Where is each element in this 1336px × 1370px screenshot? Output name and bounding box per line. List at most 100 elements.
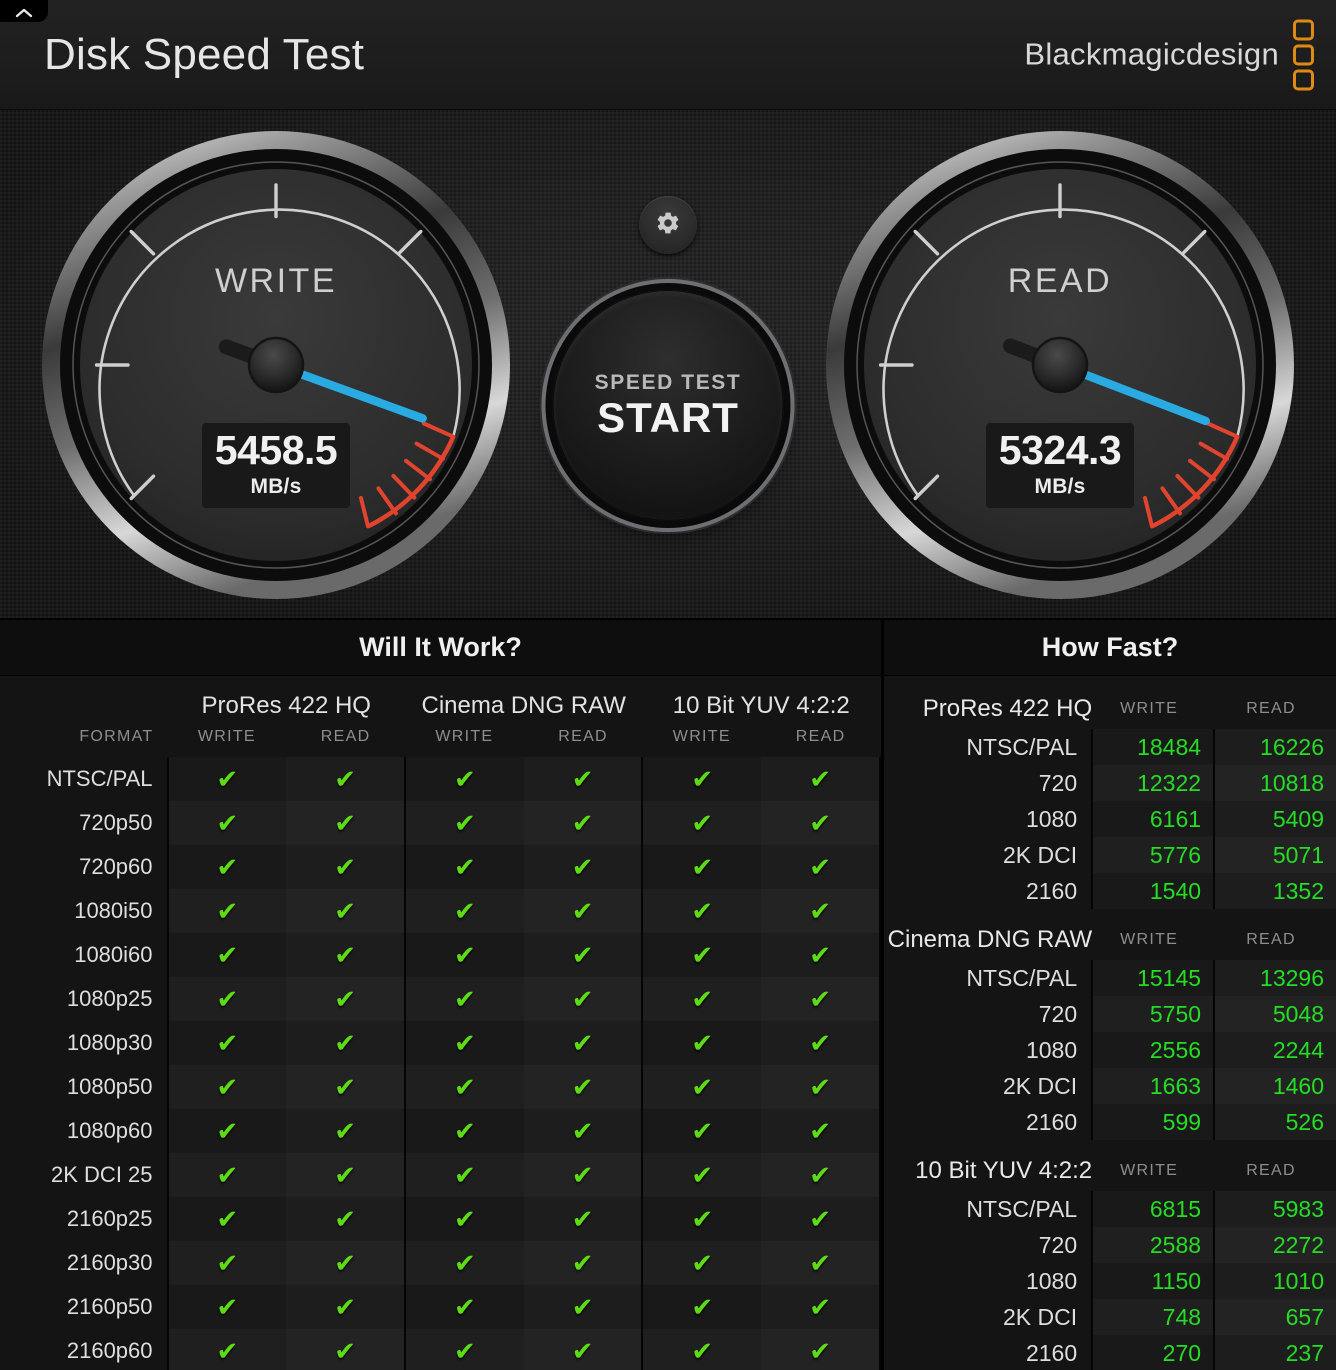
check-icon: ✔	[453, 1071, 476, 1102]
check-icon: ✔	[809, 763, 831, 794]
check-icon: ✔	[809, 807, 831, 838]
check-icon: ✔	[571, 1247, 594, 1278]
compat-cell: ✔	[761, 845, 881, 889]
compat-cell: ✔	[761, 977, 881, 1021]
collapse-button[interactable]	[0, 0, 48, 22]
settings-button[interactable]	[639, 196, 697, 254]
read-readout: 5324.3 MB/s	[986, 423, 1134, 508]
compat-cell: ✔	[403, 1153, 524, 1197]
check-icon: ✔	[691, 1203, 714, 1234]
write-speed-value: 2588	[1091, 1227, 1215, 1263]
check-icon: ✔	[334, 1247, 357, 1278]
compat-cell: ✔	[166, 1329, 287, 1370]
compat-cell: ✔	[286, 1329, 405, 1370]
check-icon: ✔	[216, 1203, 239, 1234]
how-fast-write-header: WRITE	[1120, 700, 1179, 717]
check-icon: ✔	[216, 1027, 239, 1058]
format-label: 720p60	[0, 845, 168, 889]
format-label: 1080	[884, 801, 1093, 837]
column-header-format: FORMAT	[79, 728, 154, 745]
table-row: 2K DCI 5776 5071	[884, 837, 1336, 873]
how-fast-read-header: READ	[1246, 931, 1296, 948]
compat-cell: ✔	[166, 801, 287, 845]
compat-cell: ✔	[166, 1153, 287, 1197]
check-icon: ✔	[809, 939, 831, 970]
compat-cell: ✔	[403, 801, 524, 845]
column-header-yuv-write: WRITE	[672, 728, 731, 745]
check-icon: ✔	[453, 895, 476, 926]
format-label: NTSC/PAL	[0, 757, 168, 801]
column-header-cinemadng-write: WRITE	[435, 728, 494, 745]
speed-test-start-button[interactable]: SPEED TEST START	[552, 290, 784, 521]
compat-cell: ✔	[286, 933, 405, 977]
table-row: NTSC/PAL 15145 13296	[884, 960, 1336, 996]
table-row: 2160p30 ✔ ✔ ✔ ✔ ✔ ✔	[0, 1241, 881, 1285]
table-row: NTSC/PAL 6815 5983	[884, 1191, 1336, 1227]
write-gauge: WRITE 5458.5 MB/s	[38, 127, 514, 603]
table-row: 2160 270 237	[884, 1335, 1336, 1370]
table-row: 2K DCI 1663 1460	[884, 1068, 1336, 1104]
table-row: 1080 6161 5409	[884, 801, 1336, 837]
check-icon: ✔	[691, 807, 714, 838]
table-row: 1080 2556 2244	[884, 1032, 1336, 1068]
check-icon: ✔	[216, 1071, 239, 1102]
gear-icon	[655, 210, 681, 241]
check-icon: ✔	[691, 895, 714, 926]
format-label: 1080	[884, 1032, 1093, 1068]
read-value: 5324.3	[998, 427, 1122, 473]
table-row: 2K DCI 25 ✔ ✔ ✔ ✔ ✔ ✔	[0, 1153, 881, 1197]
check-icon: ✔	[453, 763, 476, 794]
compat-cell: ✔	[641, 1329, 762, 1370]
check-icon: ✔	[691, 1291, 714, 1322]
check-icon: ✔	[216, 983, 239, 1014]
check-icon: ✔	[334, 983, 357, 1014]
compat-cell: ✔	[761, 1329, 881, 1370]
table-row: 1080 1150 1010	[884, 1263, 1336, 1299]
compat-cell: ✔	[166, 1109, 287, 1153]
read-speed-value: 5048	[1213, 996, 1336, 1032]
check-icon: ✔	[216, 1291, 239, 1322]
read-speed-value: 10818	[1213, 765, 1336, 801]
will-it-work-header: Will It Work?	[0, 620, 881, 676]
column-header-yuv-read: READ	[795, 728, 846, 745]
write-speed-value: 599	[1091, 1104, 1215, 1140]
check-icon: ✔	[453, 851, 476, 882]
check-icon: ✔	[691, 763, 714, 794]
start-button-caption: SPEED TEST	[594, 370, 742, 394]
page-title: Disk Speed Test	[44, 29, 365, 79]
write-speed-value: 5776	[1091, 837, 1215, 873]
compat-cell: ✔	[403, 1329, 524, 1370]
compat-cell: ✔	[523, 845, 643, 889]
table-row: 1080p30 ✔ ✔ ✔ ✔ ✔ ✔	[0, 1021, 881, 1065]
write-speed-value: 5750	[1091, 996, 1215, 1032]
write-speed-value: 748	[1091, 1299, 1215, 1335]
check-icon: ✔	[691, 1335, 714, 1366]
compat-cell: ✔	[403, 1021, 524, 1065]
column-header-prores-read: READ	[320, 728, 371, 745]
table-row: 720p50 ✔ ✔ ✔ ✔ ✔ ✔	[0, 801, 881, 845]
check-icon: ✔	[216, 895, 239, 926]
format-label: 2160p50	[0, 1285, 168, 1329]
compat-cell: ✔	[286, 757, 405, 801]
check-icon: ✔	[809, 1027, 831, 1058]
check-icon: ✔	[571, 763, 594, 794]
write-speed-value: 18484	[1091, 729, 1215, 765]
compat-cell: ✔	[286, 801, 405, 845]
read-speed-value: 2272	[1213, 1227, 1336, 1263]
table-row: 2K DCI 748 657	[884, 1299, 1336, 1335]
check-icon: ✔	[691, 1115, 714, 1146]
compat-cell: ✔	[523, 933, 643, 977]
compat-cell: ✔	[403, 1285, 524, 1329]
check-icon: ✔	[334, 1203, 357, 1234]
start-button-label: START	[597, 393, 739, 441]
check-icon: ✔	[809, 1291, 831, 1322]
read-speed-value: 13296	[1213, 960, 1336, 996]
will-it-work-column-header-row: FORMAT WRITE READ WRITE READ WRITE READ	[0, 722, 880, 757]
will-it-work-table: ProRes 422 HQ Cinema DNG RAW 10 Bit YUV …	[0, 676, 881, 1370]
read-speed-value: 657	[1213, 1299, 1336, 1335]
brand-name: Blackmagicdesign	[1024, 36, 1279, 72]
compat-cell: ✔	[641, 1153, 762, 1197]
format-label: 2160	[884, 873, 1093, 909]
check-icon: ✔	[571, 939, 594, 970]
check-icon: ✔	[453, 1203, 476, 1234]
